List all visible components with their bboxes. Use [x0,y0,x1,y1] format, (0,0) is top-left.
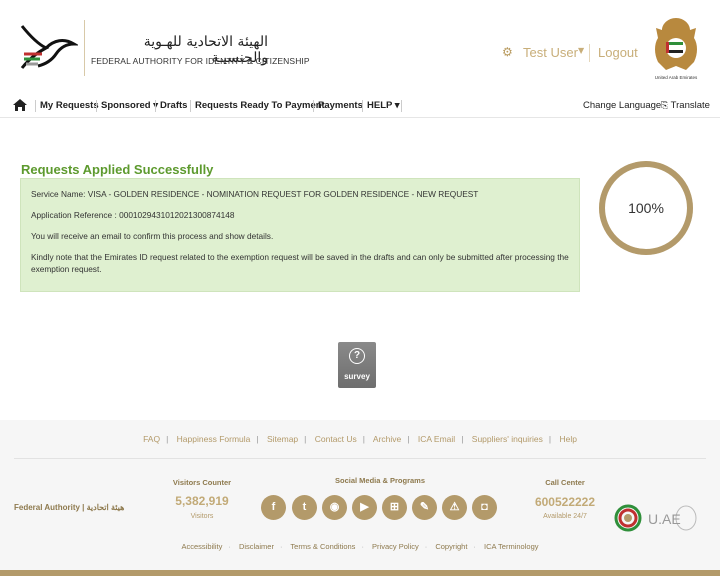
logout-link[interactable]: Logout [598,45,638,60]
nav-requests-ready-to-payment[interactable]: Requests Ready To Payment [195,100,325,111]
badge-logo-icon[interactable] [614,504,642,532]
service-name-text: Service Name: VISA - GOLDEN RESIDENCE - … [31,189,479,199]
nav-separator [362,100,363,112]
translate-link[interactable]: ⎘ Translate [661,100,710,111]
pdf-icon[interactable]: ⚠ [442,495,467,520]
footer-link-suppliers-inquiries[interactable]: Suppliers' inquiries [472,434,543,444]
change-language-link[interactable]: Change Language [583,100,661,111]
footer-divider [14,458,706,459]
windows-icon[interactable]: ⊞ [382,495,407,520]
footer-link-terms[interactable]: Terms & Conditions [290,542,355,551]
tools-icon[interactable]: ✎ [412,495,437,520]
footer-link-faq[interactable]: FAQ [143,434,160,444]
footer-links: FAQ | Happiness Formula | Sitemap | Contact… [143,434,577,444]
user-menu[interactable]: Test User [523,45,578,60]
footer-bottom-bar [0,570,720,576]
visitors-count: 5,382,919 [175,494,229,508]
nav-help[interactable]: HELP ▾ [367,100,400,111]
youtube-icon[interactable]: ▶ [352,495,377,520]
nav-my-requests[interactable]: My Requests [40,100,99,111]
call-center-title: Call Center [545,478,585,487]
nav-payments[interactable]: Payments [318,100,363,111]
exemption-note-line1: Kindly note that the Emirates ID request… [31,252,569,262]
success-title: Requests Applied Successfully [21,162,214,177]
chevron-down-icon[interactable]: ▼ [578,46,584,55]
nav-drafts[interactable]: Drafts [160,100,187,111]
header: الهيئة الاتحادية للهـوية والجنسيـة FEDER… [0,0,720,92]
translate-icon: ⎘ [661,100,669,110]
progress-percent: 100% [628,200,664,216]
email-note-text: You will receive an email to confirm thi… [31,231,274,241]
translate-label: Translate [670,100,710,111]
rss-icon[interactable]: ◉ [322,495,347,520]
header-separator [589,44,590,62]
call-center-number[interactable]: 600522222 [520,495,610,509]
gear-icon[interactable]: ⚙ [502,46,514,58]
question-icon: ? [349,348,365,364]
logo-english-text: FEDERAL AUTHORITY FOR IDENTITY & CITIZEN… [91,56,310,66]
footer-link-archive[interactable]: Archive [373,434,401,444]
main-nav: My Requests Sponsored ▾ Drafts Requests … [0,94,720,118]
falcon-logo-icon[interactable] [16,18,78,76]
footer-link-disclaimer[interactable]: Disclaimer [239,542,274,551]
footer-bottom-links: Accessibility · Disclaimer · Terms & Condi… [181,542,539,551]
nav-separator [35,100,36,112]
footer-link-ica-terminology[interactable]: ICA Terminology [484,542,538,551]
federal-authority-label: Federal Authority | هيئة اتحادية [14,503,125,512]
footer-link-privacy-policy[interactable]: Privacy Policy [372,542,419,551]
footer-link-accessibility[interactable]: Accessibility [182,542,223,551]
nav-separator [313,100,314,112]
instagram-icon[interactable]: ◘ [472,495,497,520]
nav-separator [155,100,156,112]
home-icon[interactable] [12,98,28,112]
survey-button[interactable]: ? survey [338,342,376,388]
call-center-availability: Available 24/7 [543,513,587,520]
visitors-label: Visitors [190,513,214,520]
nav-separator [96,100,97,112]
nav-sponsored[interactable]: Sponsored ▾ [101,100,158,111]
exemption-note-line2: exemption request. [31,264,102,274]
uae-portal-logo-icon[interactable]: U.AE [646,504,698,532]
footer-link-sitemap[interactable]: Sitemap [267,434,298,444]
footer-link-happiness-formula[interactable]: Happiness Formula [177,434,251,444]
twitter-icon[interactable]: t [292,495,317,520]
footer-link-copyright[interactable]: Copyright [435,542,467,551]
uae-emblem-icon: United Arab Emirates [655,18,698,80]
visitors-counter-title: Visitors Counter [172,478,232,487]
success-message-box: Service Name: VISA - GOLDEN RESIDENCE - … [20,178,580,292]
uae-logo-text: U.AE [648,511,681,527]
nav-separator [190,100,191,112]
logo-divider [84,20,85,76]
facebook-icon[interactable]: f [261,495,286,520]
survey-label: survey [344,372,370,381]
footer-link-help[interactable]: Help [559,434,576,444]
social-media-title: Social Media & Programs [334,476,426,485]
application-reference-text: Application Reference : 0001029431012021… [31,210,235,220]
footer-link-ica-email[interactable]: ICA Email [418,434,455,444]
footer-link-contact-us[interactable]: Contact Us [315,434,357,444]
footer: FAQ | Happiness Formula | Sitemap | Contact… [0,420,720,570]
nav-separator [401,100,402,112]
emblem-caption: United Arab Emirates [655,75,698,80]
